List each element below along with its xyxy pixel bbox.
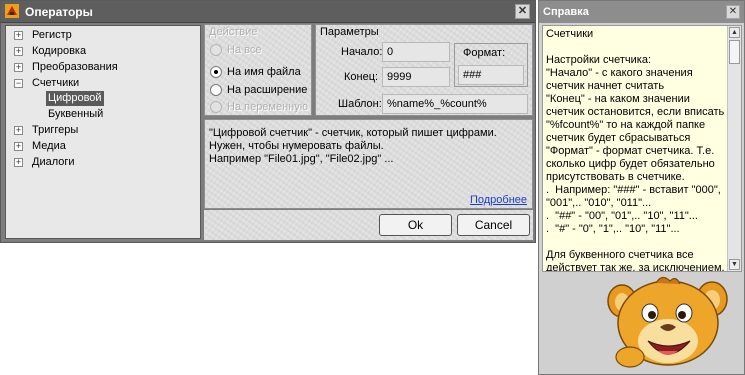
tree-item-label: Триггеры bbox=[32, 124, 79, 136]
format-box: Формат: ### bbox=[454, 43, 528, 87]
description-panel: "Цифровой счетчик" - счетчик, который пи… bbox=[204, 119, 533, 209]
format-label: Формат: bbox=[463, 47, 506, 59]
params-group: Параметры Начало: 0 Конец: 9999 Формат: … bbox=[315, 24, 533, 116]
help-text: Счетчики Настройки счетчика: "Начало" - … bbox=[546, 28, 725, 272]
collapse-icon[interactable]: − bbox=[14, 79, 23, 88]
description-line: Нужен, чтобы нумеровать файлы. bbox=[209, 140, 384, 152]
tree-item-label: Регистр bbox=[32, 29, 72, 41]
dialog-titlebar[interactable]: Операторы ✕ bbox=[1, 1, 535, 23]
start-input[interactable]: 0 bbox=[382, 42, 450, 62]
template-input[interactable]: %name%_%count% bbox=[382, 94, 528, 114]
dialog-title: Операторы bbox=[25, 5, 93, 19]
tree-item-label: Преобразования bbox=[32, 61, 118, 73]
button-bar: Ok Cancel bbox=[204, 210, 533, 240]
close-icon[interactable]: ✕ bbox=[515, 4, 530, 19]
radio-all[interactable] bbox=[210, 44, 222, 56]
operators-tree: + Регистр + Кодировка + Преобразования −… bbox=[5, 25, 201, 239]
radio-extension[interactable] bbox=[210, 84, 222, 96]
help-title: Справка bbox=[543, 6, 589, 18]
tree-item-label: Диалоги bbox=[32, 156, 75, 168]
radio-variable[interactable] bbox=[210, 101, 222, 113]
radio-filename[interactable] bbox=[210, 66, 222, 78]
expand-icon[interactable]: + bbox=[14, 31, 23, 40]
radio-variable-label: На переменную bbox=[227, 101, 309, 113]
ok-button[interactable]: Ok bbox=[379, 214, 452, 236]
start-label: Начало: bbox=[341, 46, 383, 58]
tree-item-label: Счетчики bbox=[32, 77, 80, 89]
app-icon bbox=[5, 4, 19, 18]
more-link[interactable]: Подробнее bbox=[470, 194, 527, 206]
action-group: Действие На все На имя файла На расширен… bbox=[204, 24, 312, 116]
expand-icon[interactable]: + bbox=[14, 47, 23, 56]
action-group-title: Действие bbox=[209, 26, 258, 38]
expand-icon[interactable]: + bbox=[14, 126, 23, 135]
format-input[interactable]: ### bbox=[458, 65, 524, 85]
template-label: Шаблон: bbox=[338, 98, 382, 110]
end-input[interactable]: 9999 bbox=[382, 67, 450, 87]
help-content: Счетчики Настройки счетчика: "Начало" - … bbox=[542, 25, 742, 272]
description-text: "Цифровой счетчик" - счетчик, который пи… bbox=[209, 127, 497, 166]
tree-item-label: Медиа bbox=[32, 140, 66, 152]
cancel-button[interactable]: Cancel bbox=[457, 214, 530, 236]
expand-icon[interactable]: + bbox=[14, 158, 23, 167]
close-icon[interactable]: ✕ bbox=[726, 5, 740, 19]
params-group-title: Параметры bbox=[320, 26, 379, 38]
end-label: Конец: bbox=[344, 71, 379, 83]
help-scrollbar[interactable]: ▲ ▼ bbox=[727, 26, 741, 271]
tree-item-label: Буквенный bbox=[48, 108, 104, 120]
radio-extension-label: На расширение bbox=[227, 84, 308, 96]
help-window: Справка ✕ Счетчики Настройки счетчика: "… bbox=[538, 0, 745, 375]
help-titlebar[interactable]: Справка ✕ bbox=[539, 1, 744, 23]
radio-all-label: На все bbox=[227, 44, 262, 56]
radio-filename-label: На имя файла bbox=[227, 66, 301, 78]
scroll-down-icon[interactable]: ▼ bbox=[729, 259, 740, 270]
description-line: Например "File01.jpg", "File02.jpg" ... bbox=[209, 153, 394, 165]
scroll-thumb[interactable] bbox=[729, 40, 740, 64]
expand-icon[interactable]: + bbox=[14, 142, 23, 151]
lion-cub-mascot-icon bbox=[607, 276, 728, 368]
description-line: "Цифровой счетчик" - счетчик, который пи… bbox=[209, 127, 497, 139]
tree-item-label: Кодировка bbox=[32, 45, 87, 57]
scroll-up-icon[interactable]: ▲ bbox=[729, 27, 740, 38]
tree-item-label: Цифровой bbox=[46, 91, 104, 106]
operators-dialog: Операторы ✕ + Регистр + Кодировка + Прео… bbox=[0, 0, 536, 243]
expand-icon[interactable]: + bbox=[14, 63, 23, 72]
